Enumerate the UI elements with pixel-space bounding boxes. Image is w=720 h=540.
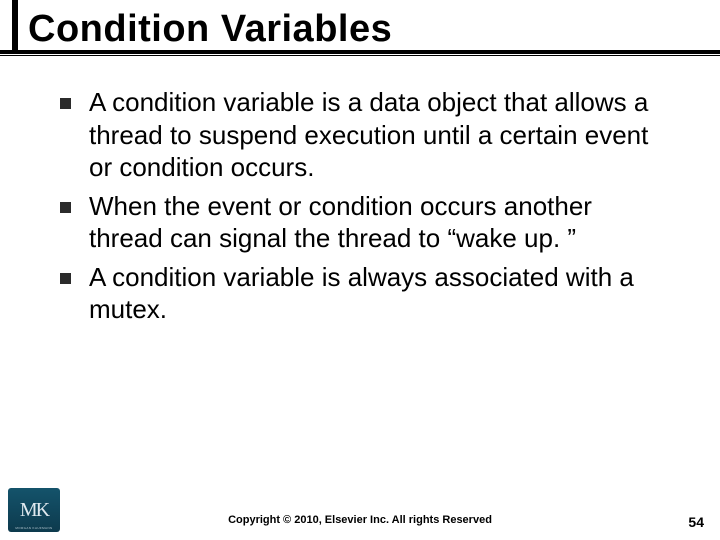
square-bullet-icon [60, 202, 71, 213]
bullet-text: A condition variable is a data object th… [89, 86, 660, 184]
bullet-text: A condition variable is always associate… [89, 261, 660, 326]
slide: Condition Variables A condition variable… [0, 0, 720, 540]
title-underline-thin [0, 55, 720, 56]
list-item: When the event or condition occurs anoth… [60, 190, 660, 255]
list-item: A condition variable is a data object th… [60, 86, 660, 184]
title-underline-thick [0, 50, 720, 54]
title-wrap: Condition Variables [28, 8, 392, 51]
logo-subtext: MORGAN KAUFMANN [12, 526, 56, 530]
slide-title: Condition Variables [28, 8, 392, 51]
bullet-text: When the event or condition occurs anoth… [89, 190, 660, 255]
slide-body: A condition variable is a data object th… [60, 86, 660, 332]
copyright-text: Copyright © 2010, Elsevier Inc. All righ… [0, 514, 720, 526]
list-item: A condition variable is always associate… [60, 261, 660, 326]
square-bullet-icon [60, 98, 71, 109]
square-bullet-icon [60, 273, 71, 284]
title-vertical-bar [12, 0, 18, 50]
page-number: 54 [688, 514, 704, 530]
